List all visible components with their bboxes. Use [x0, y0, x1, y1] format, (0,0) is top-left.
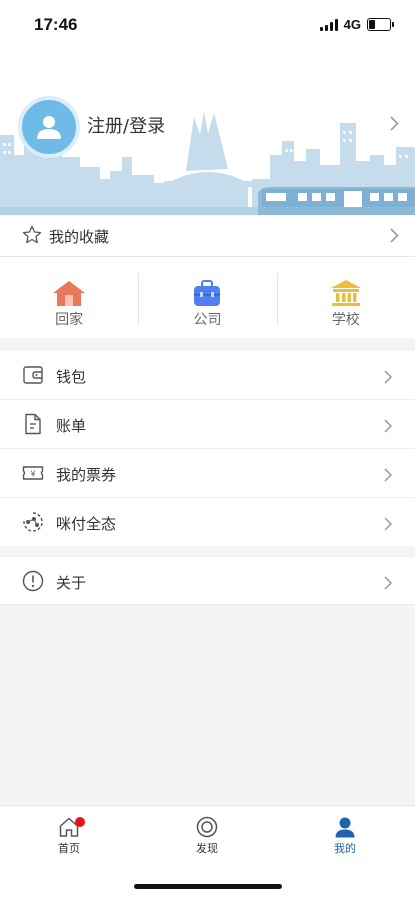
briefcase-icon [194, 280, 221, 306]
wallet-icon [23, 366, 43, 384]
place-school[interactable]: 学校 [276, 257, 415, 338]
info-icon [22, 570, 44, 592]
chevron-right-icon [384, 468, 392, 482]
tab-discover[interactable]: 发现 [167, 816, 247, 856]
bill-icon [25, 413, 41, 435]
house-icon [53, 281, 86, 306]
menu-item-tickets[interactable]: ¥ 我的票券 [0, 449, 415, 498]
profile-icon [335, 817, 355, 838]
chevron-right-icon [390, 228, 399, 243]
mifu-icon [23, 512, 43, 532]
chevron-right-icon [384, 576, 392, 590]
profile-header[interactable]: 注册/登录 [0, 50, 415, 215]
menu-label: 账单 [56, 417, 87, 435]
menu-item-mifu[interactable]: 咪付全态 [0, 498, 415, 546]
user-icon [37, 116, 61, 139]
place-label: 回家 [55, 312, 84, 328]
menu-list: 钱包 账单 ¥ 我的票券 咪付全态 [0, 351, 415, 546]
place-label: 公司 [193, 312, 222, 328]
school-icon [330, 280, 361, 306]
battery-icon [367, 18, 394, 31]
tab-label: 首页 [58, 842, 80, 855]
chevron-right-icon [384, 370, 392, 384]
notification-badge [75, 817, 85, 827]
favorites-label: 我的收藏 [49, 228, 110, 246]
discover-icon [196, 816, 218, 838]
place-label: 学校 [331, 312, 360, 328]
chevron-right-icon [384, 419, 392, 433]
chevron-right-icon [384, 517, 392, 531]
status-bar: 17:46 4G [0, 0, 415, 50]
menu-item-about[interactable]: 关于 [0, 557, 415, 605]
menu-label: 关于 [56, 574, 87, 592]
tab-label: 我的 [334, 842, 356, 855]
avatar[interactable] [18, 96, 80, 158]
ticket-icon: ¥ [22, 466, 44, 480]
menu-label: 钱包 [56, 368, 87, 386]
place-company[interactable]: 公司 [138, 257, 276, 338]
signal-icon [319, 18, 338, 31]
tab-label: 发现 [196, 842, 218, 855]
status-time: 17:46 [34, 15, 78, 34]
login-register-link[interactable]: 注册/登录 [87, 112, 165, 138]
star-icon [22, 225, 42, 244]
tab-mine[interactable]: 我的 [305, 816, 385, 856]
svg-text:¥: ¥ [30, 470, 35, 479]
place-home[interactable]: 回家 [0, 257, 138, 338]
favorite-places: 回家 公司 学校 [0, 257, 415, 338]
menu-label: 我的票券 [56, 466, 117, 484]
menu-item-wallet[interactable]: 钱包 [0, 351, 415, 400]
status-indicators: 4G [319, 17, 394, 32]
home-indicator [134, 884, 282, 889]
menu-item-bill[interactable]: 账单 [0, 400, 415, 449]
menu-label: 咪付全态 [56, 515, 117, 533]
favorites-row[interactable]: 我的收藏 [0, 215, 415, 257]
chevron-right-icon [390, 116, 399, 131]
tab-home[interactable]: 首页 [29, 816, 109, 856]
network-type: 4G [343, 17, 361, 32]
